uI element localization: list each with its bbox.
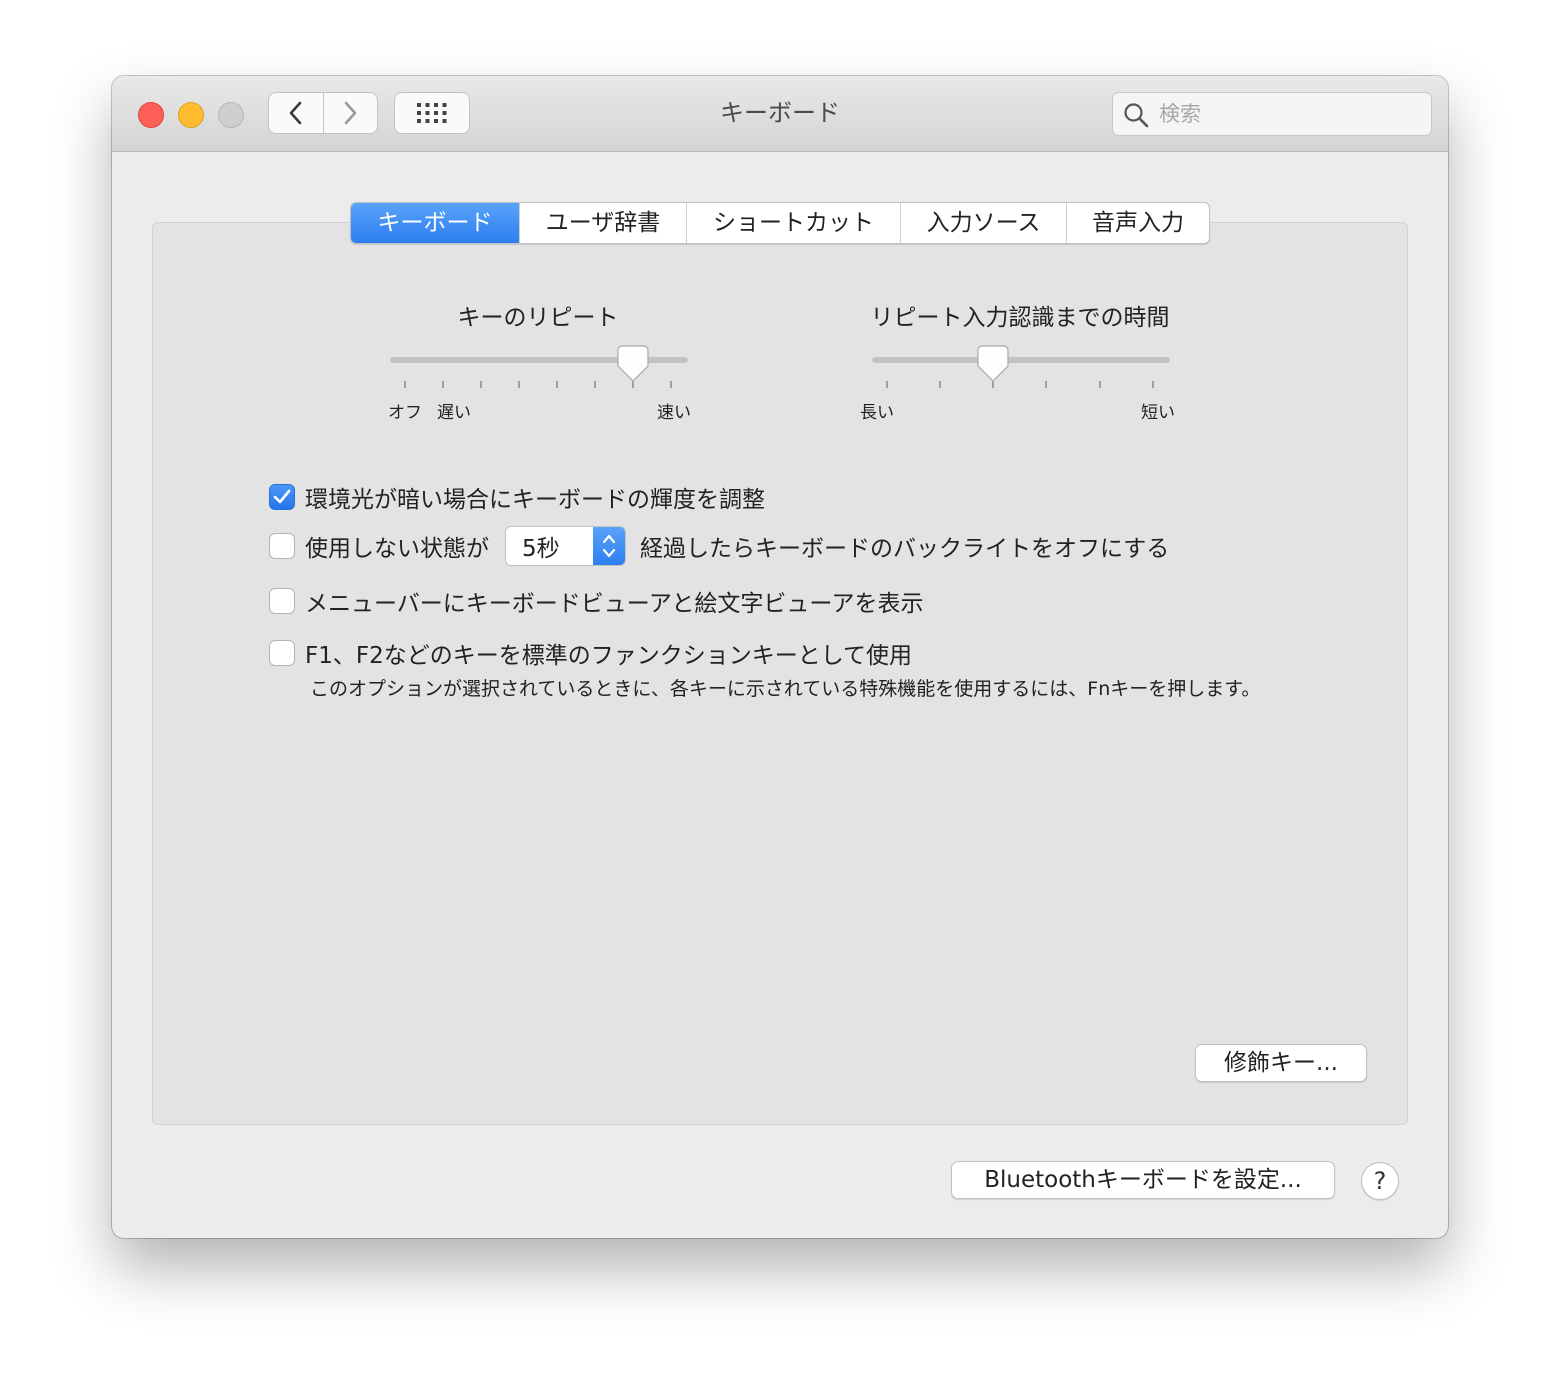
fn-keys-label: F1、F2などのキーを標準のファンクションキーとして使用	[305, 643, 913, 669]
show-all-button[interactable]	[394, 92, 470, 134]
key-repeat-label-fast: 速い	[657, 403, 691, 423]
checkmark-icon	[273, 489, 291, 504]
fn-keys-checkbox[interactable]	[269, 640, 295, 666]
fn-keys-note: このオプションが選択されているときに、各キーに示されている特殊機能を使用するには…	[310, 678, 1261, 700]
key-repeat-slider[interactable]	[386, 344, 692, 394]
backlight-timeout-popup[interactable]: 5秒	[505, 526, 626, 566]
tab-dictation[interactable]: 音声入力	[1066, 203, 1209, 243]
backlight-adjust-label: 環境光が暗い場合にキーボードの輝度を調整	[305, 487, 765, 513]
key-repeat-title: キーのリピート	[457, 305, 619, 331]
delay-label-short: 短い	[1141, 403, 1175, 423]
stepper-arrows-icon[interactable]	[593, 527, 625, 565]
show-viewers-label: メニューバーにキーボードビューアと絵文字ビューアを表示	[305, 591, 924, 617]
zoom-button	[218, 102, 244, 128]
delay-slider-thumb	[977, 345, 1009, 382]
forward-button[interactable]	[322, 93, 378, 133]
back-button[interactable]	[269, 93, 323, 133]
grid-icon	[417, 103, 447, 123]
delay-until-repeat-title: リピート入力認識までの時間	[870, 305, 1170, 331]
search-field[interactable]	[1112, 92, 1432, 136]
navigation-buttons	[268, 92, 378, 134]
chevron-left-icon	[289, 101, 302, 125]
tab-input-sources[interactable]: 入力ソース	[900, 203, 1066, 243]
delay-label-long: 長い	[860, 403, 894, 423]
minimize-button[interactable]	[178, 102, 204, 128]
key-repeat-label-off: オフ	[388, 403, 422, 423]
option-fn-keys[interactable]: F1、F2などのキーを標準のファンクションキーとして使用	[269, 636, 912, 670]
help-icon: ?	[1373, 1167, 1387, 1195]
tab-keyboard[interactable]: キーボード	[351, 203, 519, 243]
modifier-keys-button[interactable]: 修飾キー...	[1195, 1044, 1367, 1082]
close-button[interactable]	[138, 102, 164, 128]
option-backlight-adjust[interactable]: 環境光が暗い場合にキーボードの輝度を調整	[269, 480, 765, 514]
search-input[interactable]	[1159, 93, 1419, 135]
delay-until-repeat-slider[interactable]	[868, 344, 1174, 394]
chevron-right-icon	[344, 101, 357, 125]
key-repeat-slider-thumb	[617, 345, 649, 382]
backlight-off-label-before: 使用しない状態が	[305, 536, 489, 562]
tab-bar: キーボード ユーザ辞書 ショートカット 入力ソース 音声入力	[350, 202, 1210, 244]
help-button[interactable]: ?	[1361, 1162, 1399, 1200]
tab-shortcuts[interactable]: ショートカット	[686, 203, 900, 243]
search-icon	[1124, 103, 1149, 128]
preferences-window: キーボード 検索 キーボード ユーザ辞書 ショートカット 入力ソース 音声入力 …	[112, 76, 1448, 1238]
option-backlight-off: 使用しない状態が 5秒 経過したらキーボードのバックライトをオフにする	[269, 526, 1169, 566]
setup-bluetooth-keyboard-button[interactable]: Bluetoothキーボードを設定...	[951, 1161, 1335, 1199]
backlight-timeout-value: 5秒	[522, 536, 560, 562]
backlight-adjust-checkbox[interactable]	[269, 484, 295, 510]
option-show-viewers[interactable]: メニューバーにキーボードビューアと絵文字ビューアを表示	[269, 584, 923, 618]
backlight-off-checkbox[interactable]	[269, 533, 295, 559]
backlight-off-label-after: 経過したらキーボードのバックライトをオフにする	[640, 536, 1170, 562]
title-bar: キーボード	[112, 76, 1448, 152]
tab-user-dictionary[interactable]: ユーザ辞書	[519, 203, 686, 243]
show-viewers-checkbox[interactable]	[269, 588, 295, 614]
key-repeat-label-slow: 遅い	[437, 403, 471, 423]
